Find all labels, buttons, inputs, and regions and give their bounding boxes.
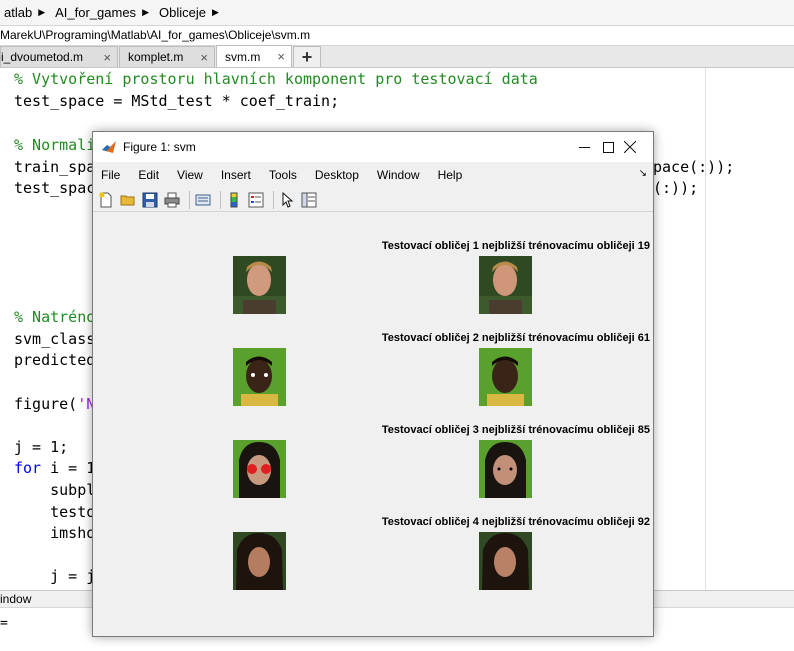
code-line: for i = 1 — [14, 458, 95, 478]
subplot-title: Testovací obličej 2 nejbližší trénovacím… — [381, 332, 650, 344]
save-icon[interactable] — [141, 191, 159, 209]
menu-desktop[interactable]: Desktop — [306, 168, 368, 182]
breadcrumb: atlab ▶ AI_for_games ▶ Obliceje ▶ — [0, 0, 794, 26]
close-icon — [624, 141, 636, 153]
code-line: test_space = MStd_test * coef_train; — [14, 92, 340, 110]
right-margin-line — [705, 68, 706, 590]
chevron-right-icon[interactable]: ▶ — [210, 7, 225, 18]
subplot-title: Testovací obličej 3 nejbližší trénovacím… — [381, 424, 650, 436]
menu-edit[interactable]: Edit — [129, 168, 168, 182]
figure-window[interactable]: Figure 1: svm File Edit View Insert Tool… — [92, 131, 654, 637]
close-icon[interactable]: × — [275, 49, 287, 64]
figure-toolbar — [93, 188, 653, 212]
breadcrumb-item-ai-for-games[interactable]: AI_for_games — [51, 5, 140, 20]
code-line: (:)); — [653, 179, 699, 197]
code-line: test_spac — [14, 179, 96, 197]
matlab-logo-icon — [102, 141, 116, 153]
tab-dvoumetod[interactable]: i_dvoumetod.m × — [0, 46, 118, 67]
code-line: svm_class — [14, 330, 96, 348]
figure-title: Figure 1: svm — [123, 140, 196, 154]
code-line: figure('N — [14, 394, 95, 414]
open-icon[interactable] — [119, 191, 137, 209]
menu-help[interactable]: Help — [429, 168, 472, 182]
editor-tab-strip: i_dvoumetod.m × komplet.m × svm.m × + — [0, 45, 794, 68]
command-prompt: = — [0, 616, 8, 631]
chevron-right-icon[interactable]: ▶ — [140, 7, 155, 18]
train-face-image-1 — [479, 256, 532, 314]
tab-svm[interactable]: svm.m × — [216, 45, 292, 67]
test-face-image-4 — [233, 532, 286, 590]
close-icon[interactable]: × — [198, 50, 210, 65]
test-face-image-1 — [233, 256, 286, 314]
code-token: figure( — [14, 395, 78, 413]
code-line: imsho — [14, 524, 96, 542]
menu-view[interactable]: View — [168, 168, 212, 182]
train-face-image-4 — [479, 532, 532, 590]
code-line: % Vytvoření prostoru hlavních komponent … — [14, 70, 538, 88]
property-editor-icon[interactable] — [300, 191, 318, 209]
code-line: j = 1; — [14, 438, 69, 456]
code-line: % Natréno — [14, 308, 96, 326]
code-line: predicted — [14, 351, 96, 369]
toolbar-separator — [220, 190, 221, 209]
test-face-image-2 — [233, 348, 286, 406]
link-icon[interactable] — [194, 191, 212, 209]
file-path: MarekU\Programing\Matlab\AI_for_games\Ob… — [0, 26, 794, 46]
subplot-title: Testovací obličej 4 nejbližší trénovacím… — [381, 516, 650, 528]
code-line: train_spa — [14, 158, 96, 176]
code-line: subpl — [14, 481, 96, 499]
chevron-right-icon[interactable]: ▶ — [36, 7, 51, 18]
test-face-image-3 — [233, 440, 286, 498]
train-face-image-2 — [479, 348, 532, 406]
toolbar-separator — [189, 190, 190, 209]
toolbar-separator — [273, 190, 274, 209]
menu-tools[interactable]: Tools — [260, 168, 306, 182]
figure-canvas[interactable]: Testovací obličej 1 nejbližší trénovacím… — [93, 212, 653, 636]
legend-icon[interactable] — [247, 191, 265, 209]
code-line: pace(:)); — [653, 158, 735, 176]
tab-label: i_dvoumetod.m — [1, 50, 84, 64]
print-icon[interactable] — [163, 191, 181, 209]
code-line: testo — [14, 503, 96, 521]
code-token: i = 1 — [41, 459, 96, 477]
close-icon[interactable]: × — [101, 50, 113, 65]
subplot-title: Testovací obličej 1 nejbližší trénovacím… — [381, 240, 650, 252]
tab-komplet[interactable]: komplet.m × — [119, 46, 215, 67]
dock-icon[interactable]: ↘ — [639, 168, 647, 179]
menu-window[interactable]: Window — [368, 168, 429, 182]
figure-titlebar[interactable]: Figure 1: svm — [93, 132, 653, 162]
code-line: % Normali — [14, 136, 96, 154]
train-face-image-3 — [479, 440, 532, 498]
menu-insert[interactable]: Insert — [212, 168, 260, 182]
close-button[interactable] — [607, 132, 653, 162]
figure-menubar: File Edit View Insert Tools Desktop Wind… — [93, 164, 653, 186]
add-tab-button[interactable]: + — [293, 46, 321, 67]
colorbar-icon[interactable] — [225, 191, 243, 209]
pointer-icon[interactable] — [278, 191, 296, 209]
tab-label: svm.m — [225, 49, 261, 64]
code-line: j = j — [14, 567, 96, 585]
breadcrumb-item-matlab[interactable]: atlab — [0, 5, 36, 20]
breadcrumb-item-obliceje[interactable]: Obliceje — [155, 5, 210, 20]
tab-label: komplet.m — [128, 50, 184, 64]
menu-file[interactable]: File — [93, 168, 129, 182]
new-figure-icon[interactable] — [97, 191, 115, 209]
code-keyword: for — [14, 459, 42, 477]
